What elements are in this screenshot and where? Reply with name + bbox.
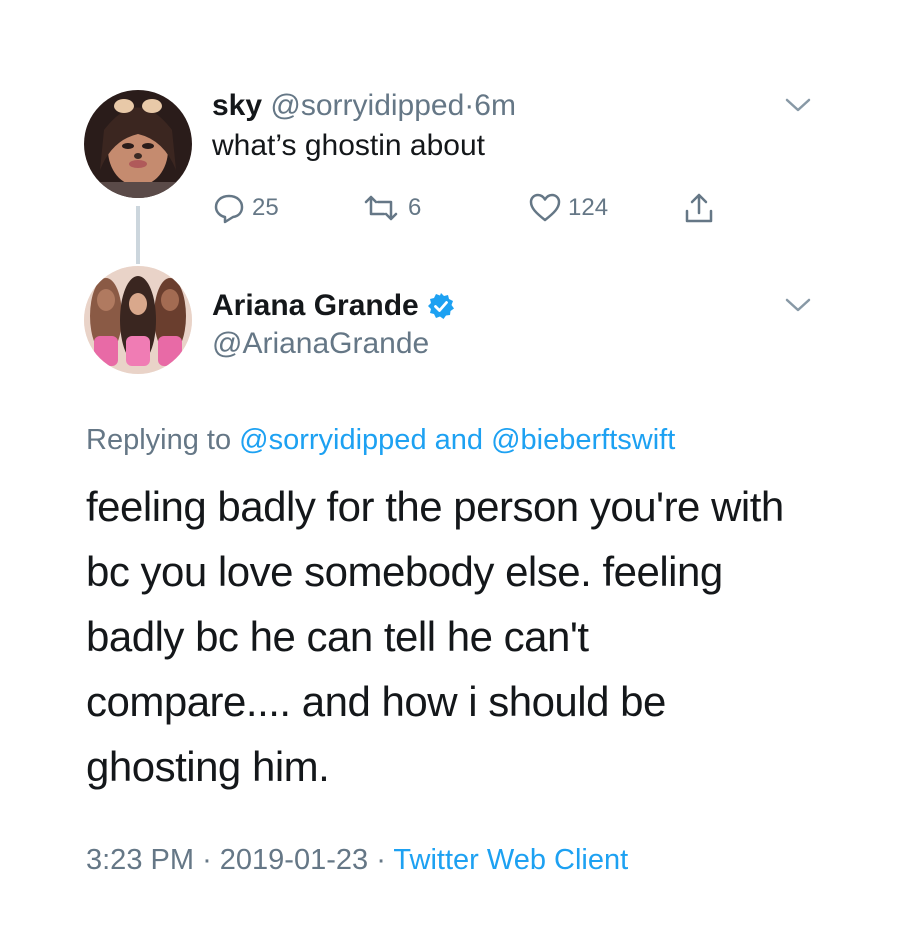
heart-icon — [529, 193, 561, 222]
tweet-footer: 3:23 PM · 2019-01-23 · Twitter Web Clien… — [86, 840, 628, 880]
tweet-body-line: ghosting him. — [86, 743, 330, 790]
tweet-body-line: compare.... and how i should be — [86, 678, 666, 725]
reply-icon — [214, 194, 244, 224]
chevron-down-icon[interactable] — [784, 296, 812, 314]
tweet-body-line: badly bc he can tell he can't — [86, 613, 589, 660]
replying-to-line: Replying to @sorryidipped and @bieberfts… — [86, 420, 675, 460]
tweet-body-line: feeling badly for the person you're with — [86, 483, 784, 530]
footer-separator: · — [202, 844, 212, 876]
tweet-time[interactable]: 3:23 PM — [86, 844, 194, 876]
ariana-display-name-row: Ariana Grande — [212, 286, 455, 326]
tweet-date[interactable]: 2019-01-23 — [220, 844, 368, 876]
share-icon — [685, 193, 713, 223]
replying-prefix: Replying to — [86, 424, 232, 456]
tweet-body-text: feeling badly for the person you're with… — [86, 474, 846, 799]
sky-header-separator: · — [464, 89, 475, 122]
sky-time-ago[interactable]: 6m — [474, 89, 516, 122]
replying-user-link[interactable]: @bieberftswift — [491, 424, 675, 456]
reply-count: 25 — [252, 194, 279, 221]
retweet-count: 6 — [408, 194, 422, 221]
chevron-down-icon[interactable] — [784, 96, 812, 114]
tweet-body-line: bc you love somebody else. feeling — [86, 548, 723, 595]
like-count: 124 — [568, 194, 609, 221]
sky-avatar-image — [84, 90, 192, 198]
sky-tweet-text: what’s ghostin about — [212, 129, 485, 162]
sky-tweet-header: sky @sorryidipped·6m — [212, 86, 516, 126]
sky-avatar[interactable] — [84, 90, 192, 198]
ariana-display-name[interactable]: Ariana Grande — [212, 286, 419, 326]
tweet-client-link[interactable]: Twitter Web Client — [393, 844, 628, 876]
replying-and: and — [434, 424, 484, 456]
verified-badge-icon — [427, 293, 454, 319]
ariana-avatar-image — [84, 266, 192, 374]
reply-button[interactable]: 25 — [212, 188, 279, 228]
like-button[interactable]: 124 — [528, 188, 608, 228]
sky-handle[interactable]: @sorryidipped — [270, 89, 464, 122]
share-button[interactable] — [682, 188, 716, 228]
thread-connector-line — [136, 206, 140, 264]
replying-user-link[interactable]: @sorryidipped — [239, 424, 426, 456]
sky-display-name[interactable]: sky — [212, 89, 262, 122]
retweet-icon — [364, 195, 398, 221]
ariana-handle[interactable]: @ArianaGrande — [212, 324, 429, 364]
footer-separator: · — [376, 844, 386, 876]
ariana-avatar[interactable] — [84, 266, 192, 374]
retweet-button[interactable]: 6 — [360, 188, 421, 228]
